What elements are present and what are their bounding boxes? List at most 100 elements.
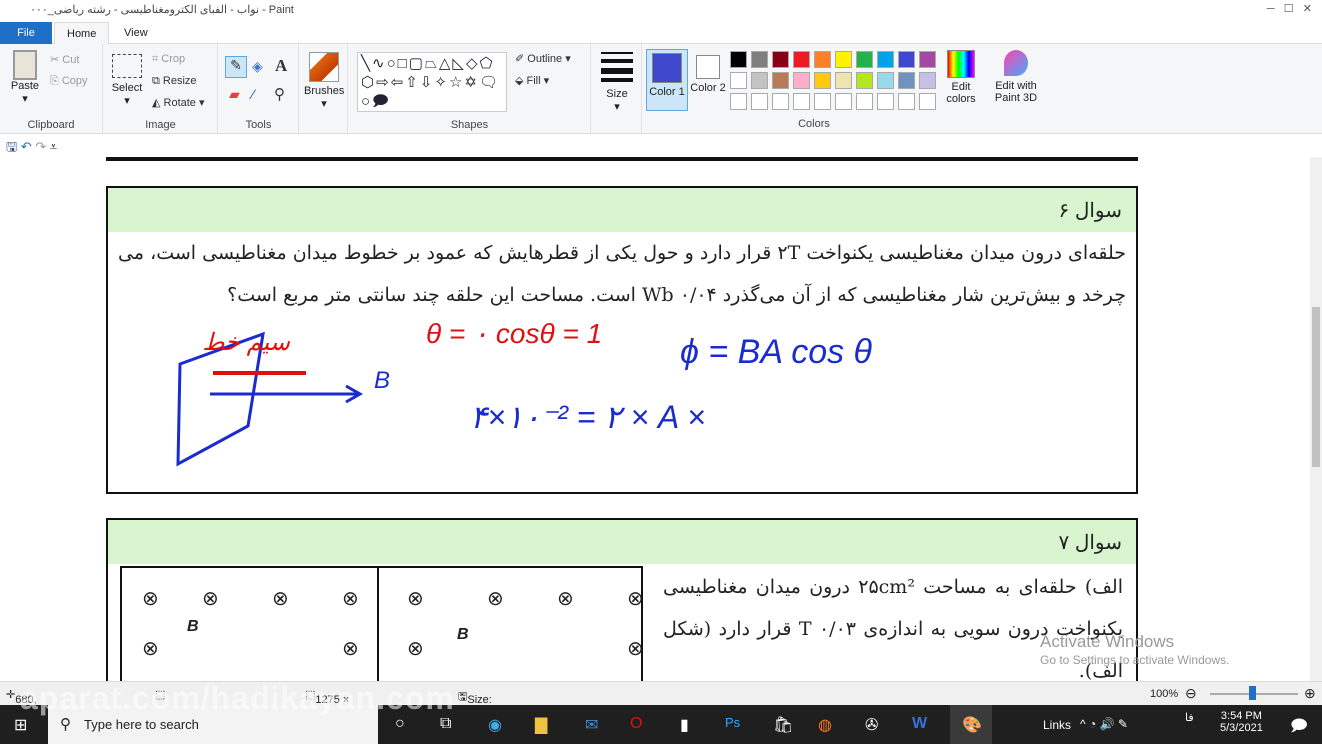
aparat-watermark: aparat.com/hadikayan.com [20,680,455,716]
color-swatch[interactable] [835,93,852,110]
line-size-icon [601,52,633,82]
color-swatch[interactable] [793,72,810,89]
color-swatch[interactable] [919,72,936,89]
paint3d-button[interactable]: Edit with Paint 3D [988,50,1044,104]
file-explorer-icon[interactable]: ▇ [535,715,547,735]
magnifier-icon[interactable]: ⚲ [274,85,285,103]
task-view-icon[interactable]: ⧉ [440,715,451,733]
shapes-group: ╲∿○□▢⏢△◺◇⬠⬡⇨⇦⇧⇩✧☆✡🗨○🗩 ✐ Outline ▾ ⬙ Fill… [349,44,591,134]
firefox-icon[interactable]: ◍ [818,715,832,735]
tray-icons[interactable]: ^ ◔ 🔊 ✎ [1080,717,1128,731]
color-swatch[interactable] [772,51,789,68]
color-swatch[interactable] [856,93,873,110]
color-swatch[interactable] [856,72,873,89]
store-icon[interactable]: 🛍 [773,715,793,735]
color-swatch[interactable] [898,93,915,110]
edge-icon[interactable]: ◉ [488,715,502,735]
cut-button[interactable]: ✂ Cut [50,53,79,66]
opera-icon[interactable]: O [630,715,642,733]
language-indicator[interactable]: فا [1185,711,1194,724]
tab-view[interactable]: View [112,22,160,44]
color-swatch[interactable] [751,93,768,110]
rotate-button[interactable]: ◭ Rotate ▾ [152,96,205,109]
vertical-scrollbar[interactable] [1310,157,1322,681]
color-swatch[interactable] [877,72,894,89]
copy-button[interactable]: ⎘ Copy [50,75,88,88]
cortana-icon[interactable]: ○ [395,715,405,733]
shapes-gallery[interactable]: ╲∿○□▢⏢△◺◇⬠⬡⇨⇦⇧⇩✧☆✡🗨○🗩 [357,52,507,112]
zoom-in-button[interactable]: ⊕ [1304,685,1316,702]
mail-icon[interactable]: ✉ [585,715,598,735]
window-title: ۰۰۰_نواب - الفبای الکترومغناطیسی - رشته … [30,4,294,16]
color-swatch[interactable] [730,93,747,110]
color-swatch[interactable] [814,51,831,68]
scrollbar-thumb[interactable] [1312,307,1320,467]
edit-colors-button[interactable]: Edit colors [942,50,980,105]
question-7-box: سوال ۷ الف) حلقه‌ای به مساحت ۲۵cm² درون … [106,518,1138,681]
color-picker-icon[interactable]: ⁄ [252,86,254,102]
text-icon[interactable]: A [275,56,287,76]
color-swatch[interactable] [856,51,873,68]
color-swatch[interactable] [751,72,768,89]
crop-button[interactable]: ⌗ Crop [152,53,185,66]
color-swatch[interactable] [793,93,810,110]
customize-icon[interactable]: ⩡ [50,139,57,154]
clock[interactable]: 3:54 PM 5/3/2021 [1220,710,1263,734]
color-swatch[interactable] [835,51,852,68]
undo-icon[interactable]: ↶ [21,139,32,154]
color-swatch[interactable] [772,72,789,89]
eraser-icon[interactable]: ▰ [229,86,240,103]
ribbon: Paste ▾ ✂ Cut ⎘ Copy Clipboard Select ▾ ⌗ … [0,44,1322,134]
color-swatch[interactable] [814,72,831,89]
fill-button[interactable]: ⬙ Fill ▾ [515,74,549,87]
color-swatch[interactable] [877,93,894,110]
brushes-button[interactable]: Brushes ▾ [304,52,344,110]
color-swatch[interactable] [730,51,747,68]
color-swatch[interactable] [877,51,894,68]
pencil-icon[interactable]: ✎ [225,56,247,78]
color-swatch[interactable] [919,93,936,110]
notifications-icon[interactable]: 🗩 [1290,715,1308,742]
color-swatch[interactable] [814,93,831,110]
tab-file[interactable]: File [0,22,52,44]
color-swatch[interactable] [772,93,789,110]
fill-icon[interactable]: ◈ [252,58,263,75]
resize-button[interactable]: ⧉ Resize [152,75,197,88]
size-button[interactable]: Size ▾ [598,52,636,113]
color-swatch[interactable] [835,72,852,89]
theta-note: θ = ۰ cosθ = 1 [426,318,602,349]
field-b-label: B [187,618,199,635]
select-button[interactable]: Select ▾ [108,54,146,107]
redo-icon[interactable]: ↷ [35,139,46,154]
color2-swatch [696,55,720,79]
zoom-slider-thumb[interactable] [1249,686,1256,700]
color-swatch[interactable] [730,72,747,89]
color-swatch[interactable] [919,51,936,68]
size-group: Size ▾ [592,44,642,134]
media-icon[interactable]: ✇ [865,715,878,735]
previous-box-edge [106,157,1138,161]
outline-button[interactable]: ✐ Outline ▾ [515,52,571,65]
color1-button[interactable]: Color 1 [646,49,688,111]
paste-button[interactable]: Paste ▾ [6,50,44,105]
into-page-field-icon: ⊗ [272,588,289,610]
color-swatch[interactable] [793,51,810,68]
color2-button[interactable]: Color 2 [690,49,726,111]
question-7-title: سوال ۷ [108,520,1136,564]
color-swatch[interactable] [898,51,915,68]
zoom-out-button[interactable]: ⊖ [1185,685,1197,702]
photoshop-icon[interactable]: Ps [725,715,740,730]
start-icon[interactable]: ⊞ [14,715,27,735]
canvas-area[interactable]: سوال ۶ حلقه‌ای درون میدان مغناطیسی یکنوا… [0,157,1310,681]
word-icon[interactable]: W [912,715,927,733]
file-icon[interactable]: ▮ [680,715,689,735]
color-swatch[interactable] [751,51,768,68]
color-swatch[interactable] [898,72,915,89]
links-toolbar[interactable]: Links [1043,718,1071,732]
save-icon[interactable]: 🖫 [6,139,17,154]
paint-icon[interactable]: 🎨 [950,705,992,744]
window-controls[interactable]: ─ ☐ ✕ [1267,2,1312,15]
select-icon [112,54,142,78]
b-label: B [374,367,390,394]
tab-home[interactable]: Home [54,22,110,44]
